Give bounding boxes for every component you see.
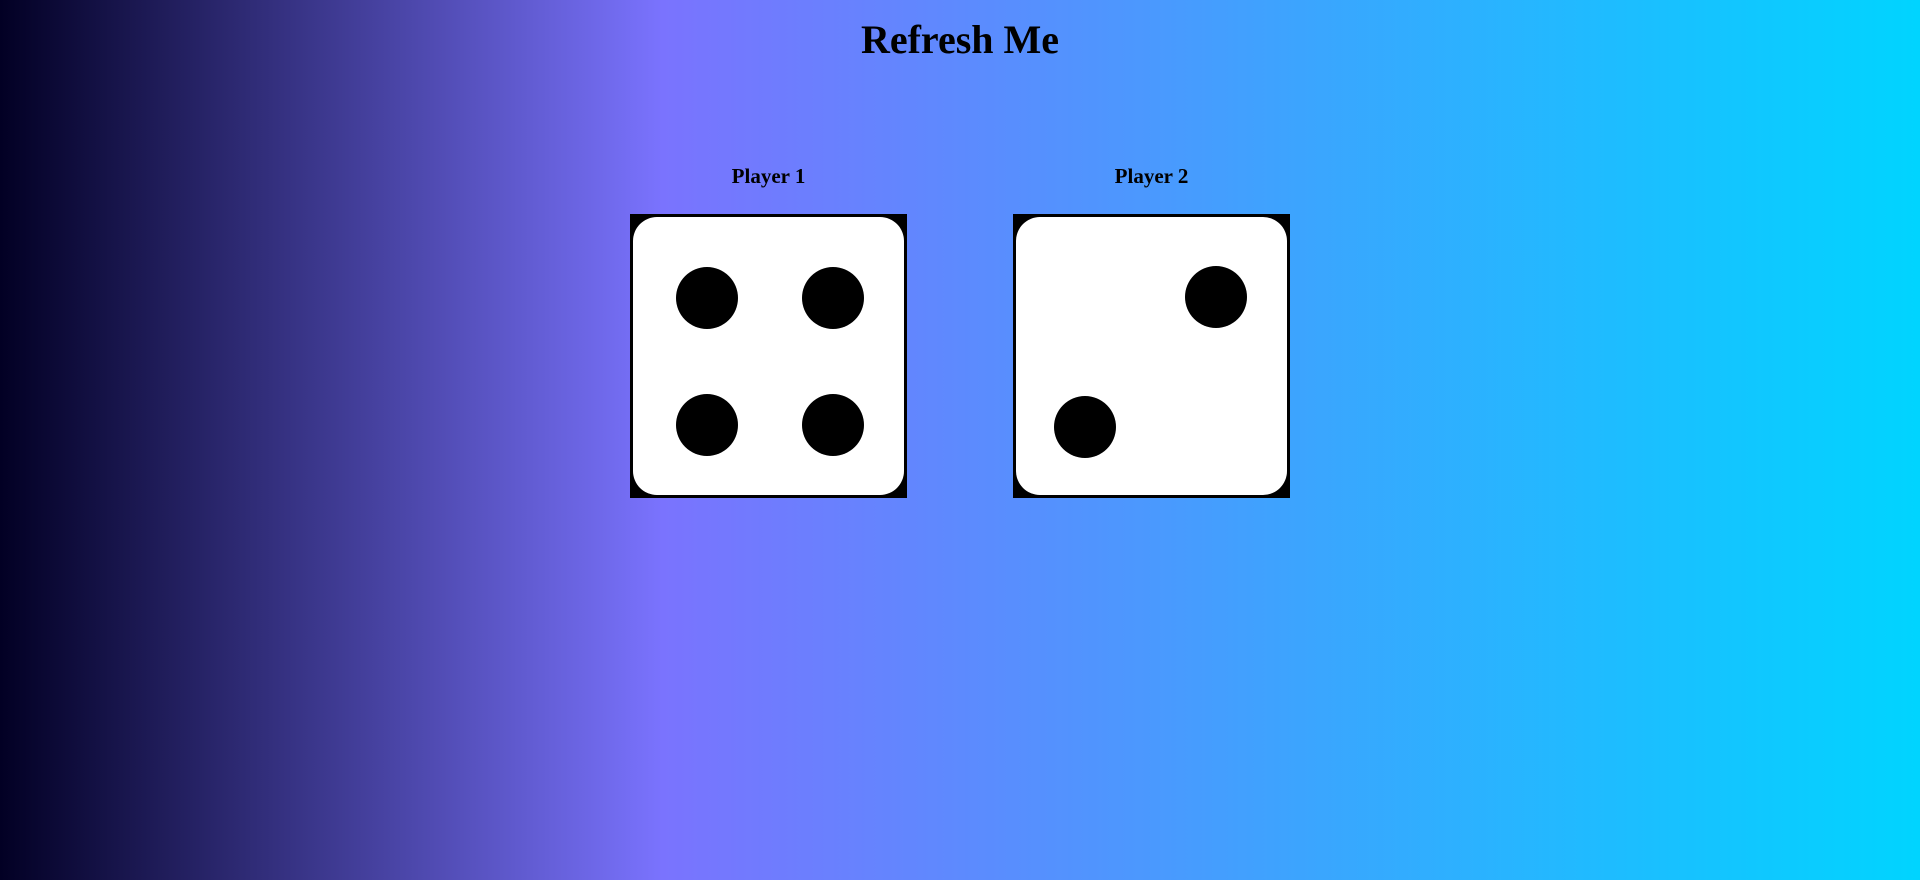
player-2-label: Player 2 — [1114, 164, 1189, 188]
die-pip — [676, 394, 738, 456]
player-2-die-image — [1013, 214, 1290, 498]
die-pip — [802, 267, 864, 329]
die-face — [1016, 217, 1287, 495]
player-1-die-image — [630, 214, 907, 498]
die-pip — [1054, 396, 1116, 458]
die-pip — [802, 394, 864, 456]
die-face — [633, 217, 904, 495]
player-1-label: Player 1 — [731, 164, 806, 188]
page-title: Refresh Me — [860, 17, 1060, 62]
die-face-four-icon — [633, 217, 904, 495]
die-pip — [1185, 266, 1247, 328]
die-face-two-icon — [1016, 217, 1287, 495]
die-pip — [676, 267, 738, 329]
